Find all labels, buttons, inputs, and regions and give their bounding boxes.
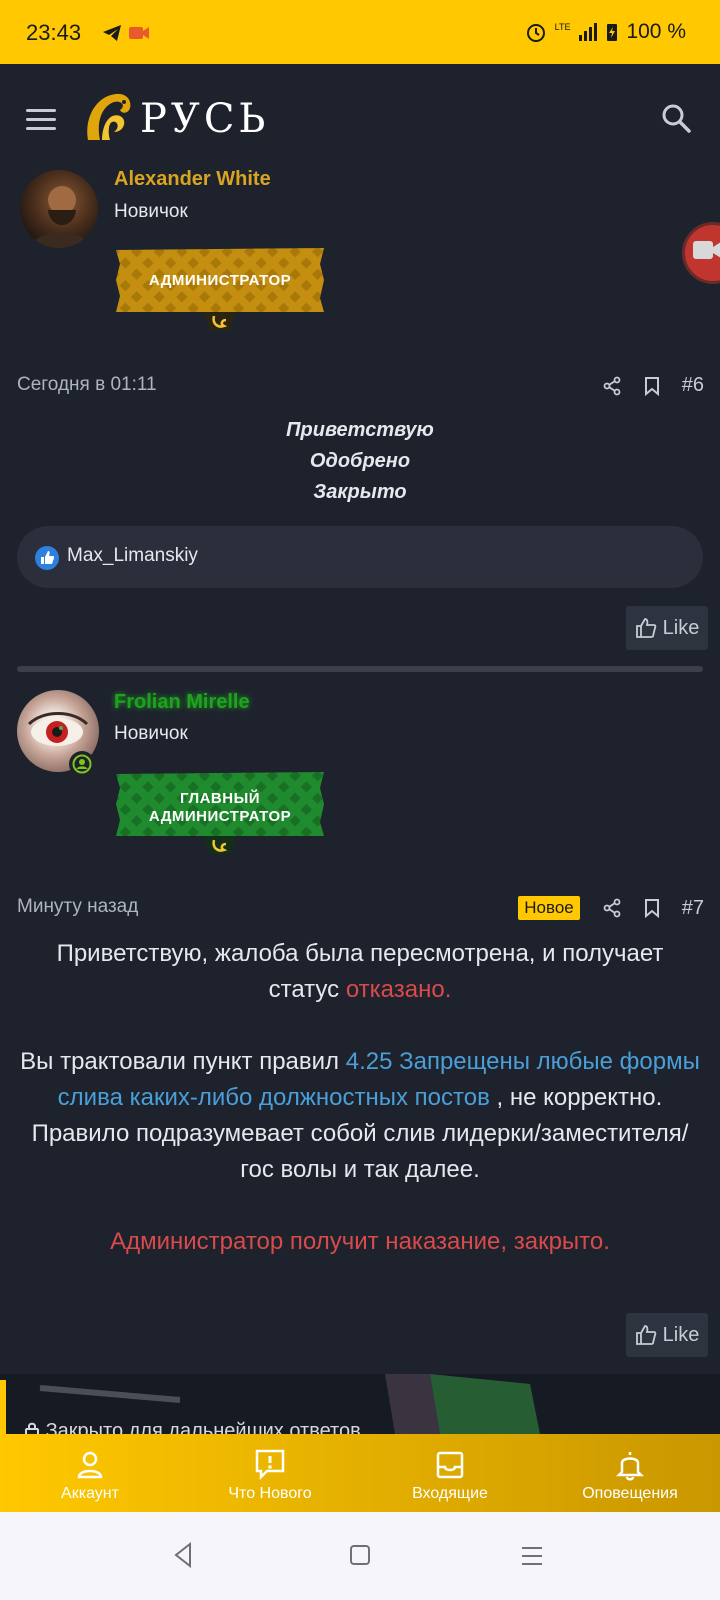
video-call-icon (129, 27, 149, 39)
site-logo[interactable]: РУСЬ (82, 88, 265, 148)
whats-new-icon (255, 1449, 285, 1481)
post-actions: Новое #7 (518, 896, 704, 920)
nav-label: Входящие (412, 1485, 488, 1502)
share-icon[interactable] (602, 376, 622, 396)
signal-icon (579, 23, 598, 41)
post-paragraph: Вы трактовали пункт правил 4.25 Запрещен… (20, 1044, 700, 1116)
like-button[interactable]: Like (626, 1313, 708, 1357)
post-line: Одобрено (309, 450, 411, 472)
clock: 23:43 (26, 20, 82, 45)
alarm-icon (526, 24, 545, 42)
post-number[interactable]: #6 (682, 374, 704, 397)
post-text: Вы трактовали пункт правил (20, 1048, 346, 1075)
logo-emblem-icon (87, 93, 131, 140)
role-banner-administrator: АДМИНИСТРАТОР (114, 246, 326, 330)
post-timestamp[interactable]: Сегодня в 01:11 (17, 374, 157, 396)
thumbs-up-icon (635, 1325, 656, 1345)
battery-level: 100 % (626, 20, 686, 43)
post-divider (17, 666, 703, 672)
post-number[interactable]: #7 (682, 897, 704, 920)
liker-name[interactable]: Max_Limanskiy (67, 545, 198, 567)
network-type: LTE (554, 22, 571, 32)
user-title: Новичок (114, 723, 188, 744)
bell-icon (615, 1452, 645, 1481)
battery-charging-icon (607, 24, 618, 41)
post-paragraph: Администратор получит наказание, закрыто… (110, 1228, 610, 1255)
post-paragraph: Приветствую, жалоба была пересмотрена, и… (20, 936, 700, 1008)
post-actions: #6 (602, 374, 704, 397)
floating-record-button[interactable] (682, 222, 720, 284)
post-paragraph: Правило подразумевает собой слив лидерки… (31, 1120, 689, 1183)
nav-label: Что Нового (228, 1485, 312, 1502)
home-icon[interactable] (349, 1544, 371, 1566)
new-badge: Новое (518, 896, 580, 920)
like-button[interactable]: Like (626, 606, 708, 650)
recents-icon[interactable] (520, 1545, 544, 1567)
username[interactable]: Alexander White (114, 168, 271, 191)
role-banner-chief-administrator: ГЛАВНЫЙ АДМИНИСТРАТОР (114, 770, 326, 854)
online-status-icon (69, 751, 95, 777)
telegram-icon (103, 25, 121, 41)
post-line: Приветствую (286, 419, 434, 441)
like-label: Like (662, 1323, 700, 1346)
bottom-navigation: Аккаунт Что Нового Входящие Оповещения (0, 1434, 720, 1512)
video-icon (693, 241, 720, 259)
post-line: Закрыто (313, 481, 407, 503)
inbox-icon (436, 1451, 464, 1479)
search-icon[interactable] (660, 102, 692, 134)
back-icon[interactable] (172, 1542, 194, 1568)
bookmark-icon[interactable] (644, 376, 660, 396)
banner-label: АДМИНИСТРАТОР (148, 272, 292, 289)
avatar-portrait-icon (30, 186, 92, 248)
avatar[interactable] (20, 170, 98, 248)
app-header: РУСЬ (0, 64, 720, 174)
status-rejected: отказано. (345, 976, 452, 1003)
like-reaction-icon (35, 546, 59, 570)
reactions-bar[interactable]: Max_Limanskiy (17, 526, 703, 588)
system-navigation-bar (0, 1512, 720, 1600)
nav-inbox[interactable]: Входящие (360, 1434, 540, 1512)
nav-label: Оповещения (582, 1485, 678, 1502)
menu-icon[interactable] (26, 109, 56, 131)
thumbs-up-icon (635, 618, 656, 638)
user-title: Новичок (114, 201, 188, 222)
nav-whats-new[interactable]: Что Нового (180, 1434, 360, 1512)
status-icons: LTE 100 % (525, 20, 686, 44)
banner-label-line1: ГЛАВНЫЙ (179, 790, 261, 807)
like-label: Like (662, 616, 700, 639)
nav-account[interactable]: Аккаунт (0, 1434, 180, 1512)
post-content: Приветствую, жалоба была пересмотрена, и… (20, 936, 700, 1260)
bookmark-icon[interactable] (644, 898, 660, 918)
post-timestamp[interactable]: Минуту назад (17, 896, 138, 918)
post-text: , не корректно. (489, 1084, 663, 1111)
username[interactable]: Frolian Mirelle (114, 691, 250, 714)
logo-text: РУСЬ (140, 96, 270, 142)
nav-notifications[interactable]: Оповещения (540, 1434, 720, 1512)
banner-label-line2: АДМИНИСТРАТОР (148, 808, 292, 825)
share-icon[interactable] (602, 898, 622, 918)
status-bar: 23:43 LTE 100 % (0, 0, 720, 64)
account-icon (77, 1451, 103, 1479)
post-content: Приветствую Одобрено Закрыто (0, 415, 720, 508)
nav-label: Аккаунт (61, 1485, 119, 1502)
